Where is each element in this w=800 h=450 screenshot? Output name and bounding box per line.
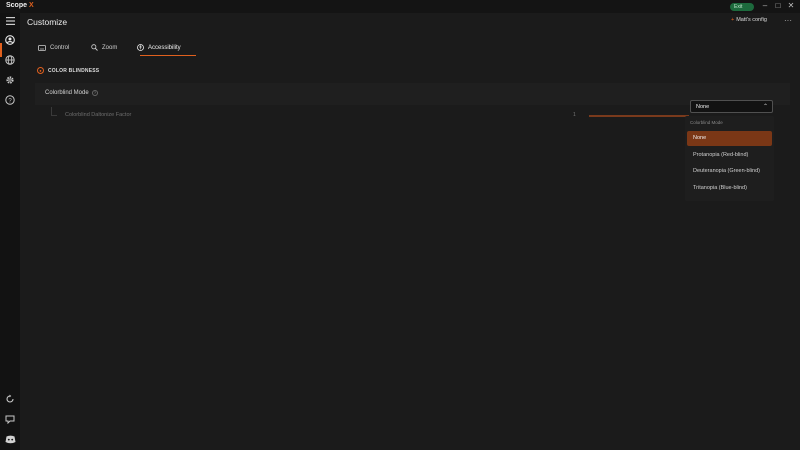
dropdown-header: Colorblind Mode	[690, 120, 723, 125]
sidebar-item-customize[interactable]	[4, 34, 16, 46]
maximize-button[interactable]: □	[773, 1, 783, 10]
discord-icon	[5, 435, 15, 443]
app-title: Scope X	[6, 2, 34, 9]
title-bar: Scope X Exit – □ ✕	[0, 0, 800, 13]
config-label: Matt's config	[736, 17, 767, 23]
subsetting-value: 1	[573, 112, 576, 118]
tree-connector	[51, 107, 57, 116]
section-header: ● COLOR BLINDNESS	[37, 67, 99, 74]
setting-label: Colorblind Mode	[45, 90, 89, 96]
daltonize-factor-slider[interactable]	[589, 115, 689, 117]
section-title: COLOR BLINDNESS	[48, 67, 100, 74]
gear-icon	[6, 76, 14, 84]
search-icon	[91, 44, 98, 51]
tab-label: Control	[50, 44, 70, 51]
sidebar: ?	[0, 13, 20, 450]
eye-icon: ●	[37, 67, 44, 74]
more-icon[interactable]: ···	[784, 16, 792, 25]
minimize-button[interactable]: –	[760, 1, 770, 10]
sidebar-item-globe[interactable]	[4, 54, 16, 66]
accessibility-icon	[137, 44, 144, 51]
dropdown-option-none[interactable]: None	[687, 131, 772, 146]
config-button[interactable]: + Matt's config	[731, 17, 767, 23]
tab-accessibility[interactable]: Accessibility	[137, 40, 181, 55]
globe-icon	[5, 55, 15, 65]
exit-button[interactable]: Exit	[730, 3, 754, 11]
tab-label: Zoom	[102, 44, 118, 51]
sidebar-item-help[interactable]: ?	[4, 94, 16, 106]
sidebar-item-sync[interactable]	[4, 393, 16, 405]
active-tab-underline	[140, 55, 196, 56]
keyboard-icon	[38, 44, 46, 51]
colorblind-mode-dropdown: Colorblind Mode None Protanopia (Red-bli…	[685, 116, 774, 201]
close-button[interactable]: ✕	[786, 1, 796, 10]
user-circle-icon	[5, 35, 15, 45]
sidebar-item-settings[interactable]	[4, 74, 16, 86]
refresh-icon	[6, 394, 14, 403]
menu-icon[interactable]	[4, 15, 16, 27]
tab-label: Accessibility	[148, 44, 181, 51]
setting-row-colorblind-mode: Colorblind Mode ?	[35, 83, 790, 105]
app-name-accent: X	[28, 2, 34, 9]
tab-control[interactable]: Control	[38, 40, 69, 55]
dropdown-option-protanopia[interactable]: Protanopia (Red-blind)	[687, 148, 772, 163]
dropdown-option-deuteranopia[interactable]: Deuteranopia (Green-blind)	[687, 164, 772, 179]
sidebar-item-discord[interactable]	[4, 433, 16, 445]
sidebar-active-indicator	[0, 43, 2, 57]
help-icon[interactable]: ?	[92, 90, 98, 96]
help-circle-icon: ?	[5, 95, 15, 105]
main-panel: Customize + Matt's config ··· Control Zoo…	[20, 13, 800, 450]
subsetting-label: Colorblind Daltonize Factor	[65, 112, 132, 118]
setting-row-daltonize-factor: Colorblind Daltonize Factor 1	[35, 107, 790, 123]
chat-icon	[5, 415, 15, 424]
app-name: Scope	[6, 2, 28, 9]
sidebar-item-chat[interactable]	[4, 413, 16, 425]
plus-icon: +	[731, 17, 735, 23]
dropdown-option-tritanopia[interactable]: Tritanopia (Blue-blind)	[687, 181, 772, 196]
page-title: Customize	[27, 17, 68, 27]
tab-zoom[interactable]: Zoom	[91, 40, 117, 55]
